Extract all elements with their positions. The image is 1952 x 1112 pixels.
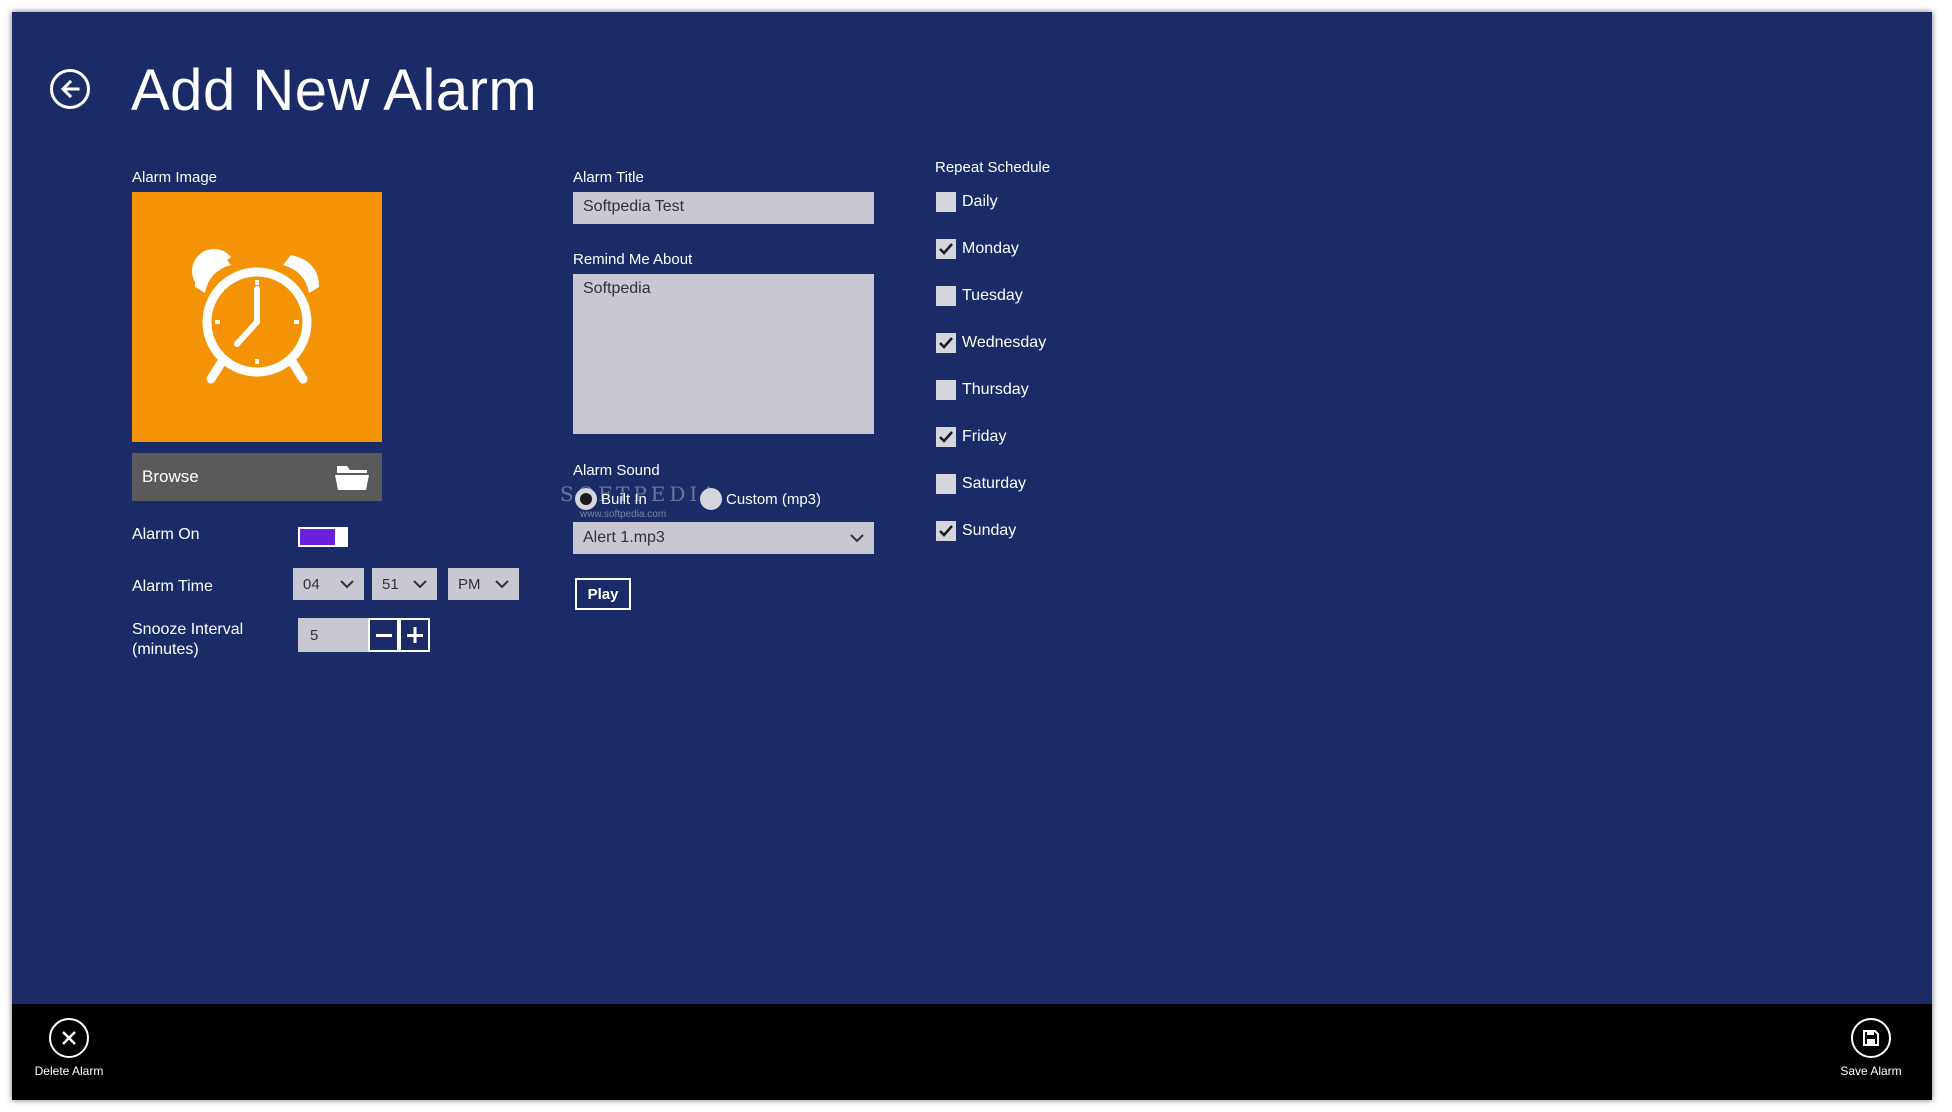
toggle-fill — [300, 529, 335, 545]
close-icon — [62, 1031, 76, 1045]
repeat-day-row[interactable]: Monday — [936, 237, 1046, 261]
repeat-day-label: Wednesday — [962, 334, 1047, 351]
repeat-day-row[interactable]: Sunday — [936, 519, 1046, 543]
sound-custom-option[interactable]: Custom (mp3) — [700, 488, 821, 510]
remind-me-label: Remind Me About — [573, 251, 693, 268]
repeat-day-label: Tuesday — [962, 287, 1023, 304]
repeat-day-label: Thursday — [962, 381, 1029, 398]
repeat-day-checkbox[interactable] — [936, 380, 956, 400]
delete-alarm-label: Delete Alarm — [34, 1064, 104, 1078]
folder-icon — [335, 466, 369, 490]
sound-file-value: Alert 1.mp3 — [583, 529, 665, 546]
play-button[interactable]: Play — [575, 578, 631, 610]
snooze-increment-button[interactable] — [399, 618, 430, 652]
save-circle — [1851, 1018, 1891, 1058]
watermark-url: www.softpedia.com — [580, 509, 667, 520]
repeat-day-label: Monday — [962, 240, 1019, 257]
builtin-radio[interactable] — [575, 488, 597, 510]
snooze-stepper: 5 — [298, 618, 430, 652]
browse-label: Browse — [142, 467, 199, 486]
back-arrow-icon — [60, 79, 80, 99]
minus-icon — [375, 634, 392, 637]
hour-value: 04 — [303, 575, 320, 593]
snooze-label: Snooze Interval (minutes) — [132, 620, 243, 660]
snooze-label-line1: Snooze Interval — [132, 621, 244, 638]
repeat-schedule-label: Repeat Schedule — [935, 159, 1051, 176]
repeat-day-row[interactable]: Tuesday — [936, 284, 1046, 308]
repeat-day-label: Friday — [962, 428, 1007, 445]
alarm-sound-label: Alarm Sound — [573, 462, 660, 479]
app-window: Add New Alarm Alarm Image Browse Alarm O… — [12, 12, 1932, 1100]
custom-radio[interactable] — [700, 488, 722, 510]
repeat-day-checkbox[interactable] — [936, 239, 956, 259]
checkmark-icon — [939, 337, 953, 349]
chevron-down-icon — [340, 579, 354, 588]
plus-icon — [406, 627, 423, 643]
ampm-select[interactable]: PM — [448, 568, 519, 600]
page-title: Add New Alarm — [131, 58, 538, 123]
save-alarm-button[interactable]: Save Alarm — [1826, 1018, 1916, 1078]
checkmark-icon — [939, 431, 953, 443]
chevron-down-icon — [413, 579, 427, 588]
alarm-image-tile[interactable] — [132, 192, 382, 442]
repeat-day-label: Sunday — [962, 522, 1017, 539]
sound-file-select[interactable]: Alert 1.mp3 — [573, 522, 874, 554]
save-disk-icon — [1863, 1030, 1879, 1046]
repeat-day-checkbox[interactable] — [936, 474, 956, 494]
delete-alarm-button[interactable]: Delete Alarm — [24, 1018, 114, 1078]
builtin-label: Built In — [601, 490, 647, 508]
alarm-on-label: Alarm On — [132, 526, 200, 543]
repeat-day-list: Daily Monday Tuesday Wednesday Thursday Frida… — [936, 190, 1046, 566]
minute-select[interactable]: 51 — [372, 568, 437, 600]
checkmark-icon — [939, 525, 953, 537]
repeat-day-row[interactable]: Saturday — [936, 472, 1046, 496]
remind-me-textarea[interactable]: Softpedia — [573, 274, 874, 434]
ampm-value: PM — [458, 575, 481, 593]
alarm-title-input[interactable]: Softpedia Test — [573, 192, 874, 224]
repeat-day-row[interactable]: Friday — [936, 425, 1046, 449]
snooze-label-line2: (minutes) — [132, 641, 199, 658]
alarm-on-toggle[interactable] — [298, 527, 348, 547]
back-button[interactable] — [50, 69, 90, 109]
repeat-day-row[interactable]: Wednesday — [936, 331, 1046, 355]
repeat-day-checkbox[interactable] — [936, 286, 956, 306]
chevron-down-icon — [495, 579, 509, 588]
snooze-decrement-button[interactable] — [368, 618, 399, 652]
minute-value: 51 — [382, 575, 399, 593]
browse-button[interactable]: Browse — [132, 453, 382, 501]
custom-label: Custom (mp3) — [726, 490, 822, 508]
alarm-time-label: Alarm Time — [132, 578, 213, 595]
repeat-day-checkbox[interactable] — [936, 333, 956, 353]
repeat-day-checkbox[interactable] — [936, 427, 956, 447]
alarm-image-label: Alarm Image — [132, 169, 218, 186]
snooze-value[interactable]: 5 — [298, 618, 368, 652]
save-alarm-label: Save Alarm — [1840, 1064, 1902, 1078]
alarm-title-label: Alarm Title — [573, 169, 644, 186]
chevron-down-icon — [850, 533, 864, 542]
repeat-day-checkbox[interactable] — [936, 521, 956, 541]
repeat-day-checkbox[interactable] — [936, 192, 956, 212]
sound-builtin-option[interactable]: Built In — [575, 488, 647, 510]
alarm-clock-icon — [191, 248, 319, 384]
app-bar: Delete Alarm Save Alarm — [12, 1004, 1932, 1100]
repeat-day-row[interactable]: Daily — [936, 190, 1046, 214]
checkmark-icon — [939, 243, 953, 255]
repeat-day-label: Daily — [962, 193, 998, 210]
delete-circle — [49, 1018, 89, 1058]
repeat-day-row[interactable]: Thursday — [936, 378, 1046, 402]
hour-select[interactable]: 04 — [293, 568, 364, 600]
repeat-day-label: Saturday — [962, 475, 1027, 492]
